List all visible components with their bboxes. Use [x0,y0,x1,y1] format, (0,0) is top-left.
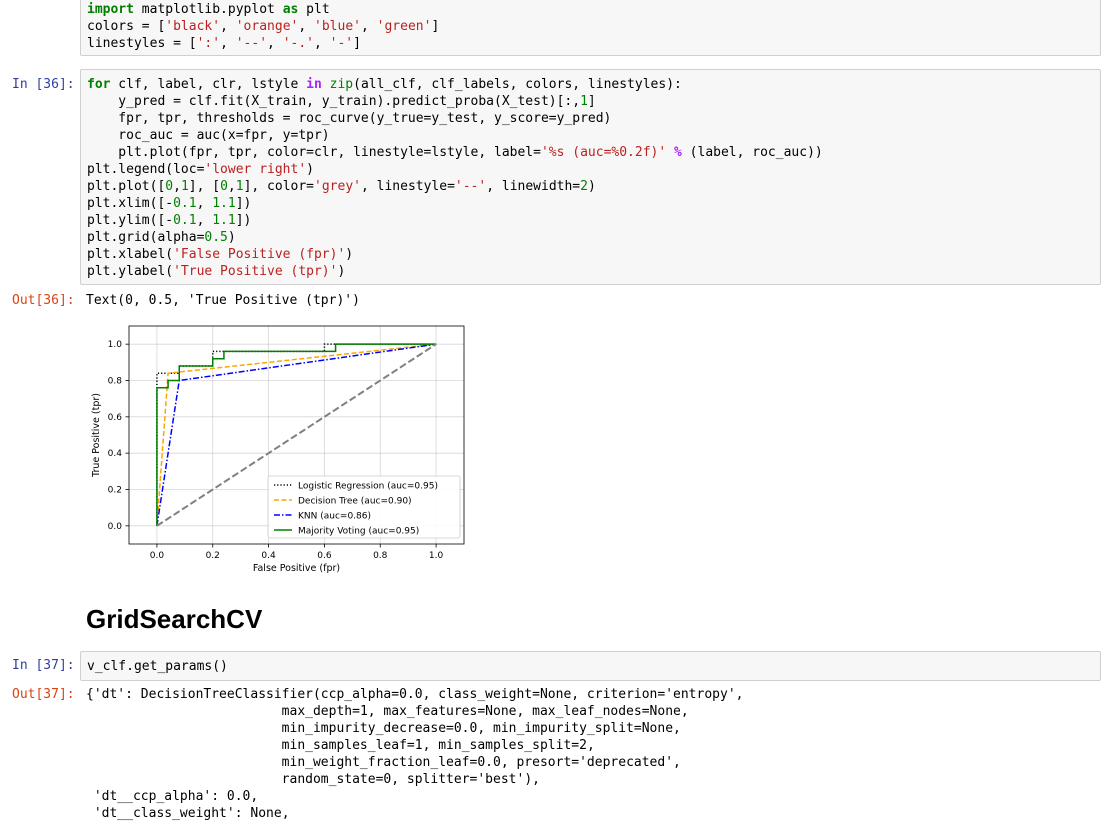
section-heading: GridSearchCV [86,604,263,634]
legend-label-0: Logistic Regression (auc=0.95) [298,482,438,492]
x-tick-label: 0.6 [317,551,332,561]
code36-line: for clf, label, clr, lstyle in zip(all_c… [87,77,682,92]
top-code-line: import matplotlib.pyplot as plt [87,2,330,17]
x-tick-label: 0.2 [206,551,220,561]
code36-line: fpr, tpr, thresholds = roc_curve(y_true=… [87,111,612,126]
code36-line: plt.ylabel('True Positive (tpr)') [87,264,346,279]
output37-line: {'dt': DecisionTreeClassifier(ccp_alpha=… [86,687,744,702]
code36-line: y_pred = clf.fit(X_train, y_train).predi… [87,94,596,109]
y-axis-label: True Positive (tpr) [91,393,102,478]
code36-line: plt.xlim([-0.1, 1.1]) [87,196,252,211]
code36-line: plt.plot([0,1], [0,1], color='grey', lin… [87,179,596,194]
output37-line: min_impurity_decrease=0.0, min_impurity_… [86,721,681,736]
roc-chart: 0.0 0.2 0.4 0.6 0.8 1.0 0.0 0.2 0.4 0.6 0.8 1.0 Fals… [91,325,465,574]
y-tick-label: 0.6 [108,413,123,423]
in-prompt-37: In [37]: [12,658,75,673]
output-text-37: {'dt': DecisionTreeClassifier(ccp_alpha=… [86,686,743,822]
x-tick-label: 0.0 [150,551,165,561]
x-tick-label: 0.8 [373,551,388,561]
y-tick-label: 0.8 [108,377,123,387]
y-tick-label: 1.0 [108,340,123,350]
y-tick-label: 0.0 [108,522,123,532]
code-cell-37[interactable]: v_clf.get_params() [80,651,1101,681]
code36-line: plt.grid(alpha=0.5) [87,230,236,245]
output37-line: random_state=0, splitter='best'), [86,772,540,787]
out-prompt-37: Out[37]: [12,687,75,702]
code36-line: roc_auc = auc(x=fpr, y=tpr) [87,128,330,143]
output37-line: min_samples_leaf=1, min_samples_split=2, [86,738,595,753]
x-tick-label: 1.0 [429,551,444,561]
output37-line: 'dt__ccp_alpha': 0.0, [93,789,259,804]
legend-label-1: Decision Tree (auc=0.90) [298,497,412,507]
in-prompt-36: In [36]: [12,77,75,92]
code36-line: plt.ylim([-0.1, 1.1]) [87,213,252,228]
legend-label-3: Majority Voting (auc=0.95) [298,527,419,537]
code-block-37[interactable]: v_clf.get_params() [81,652,1100,675]
code-cell-36[interactable]: for clf, label, clr, lstyle in zip(all_c… [80,69,1101,285]
code36-line: plt.xlabel('False Positive (fpr)') [87,247,354,262]
x-tick-label: 0.4 [261,551,276,561]
y-tick-label: 0.2 [108,486,122,496]
top-code-cell[interactable]: import matplotlib.pyplot as plt colors = … [80,0,1101,56]
code36-line: plt.legend(loc='lower right') [87,162,314,177]
output37-line: max_depth=1, max_features=None, max_leaf… [86,704,689,719]
top-code-line: colors = ['black', 'orange', 'blue', 'gr… [87,19,440,34]
x-axis-label: False Positive (fpr) [253,563,340,574]
y-tick-label: 0.4 [108,449,123,459]
output37-line: min_weight_fraction_leaf=0.0, presort='d… [86,755,681,770]
legend-label-2: KNN (auc=0.86) [298,512,371,522]
output-text-36: Text(0, 0.5, 'True Positive (tpr)') [86,293,360,308]
top-code-block[interactable]: import matplotlib.pyplot as plt colors = … [81,0,1100,52]
code36-line: plt.plot(fpr, tpr, color=clr, linestyle=… [87,145,823,160]
code-block-36[interactable]: for clf, label, clr, lstyle in zip(all_c… [81,70,1100,280]
top-code-line: linestyles = [':', '--', '-.', '-'] [87,36,361,51]
out-prompt-36: Out[36]: [12,293,75,308]
